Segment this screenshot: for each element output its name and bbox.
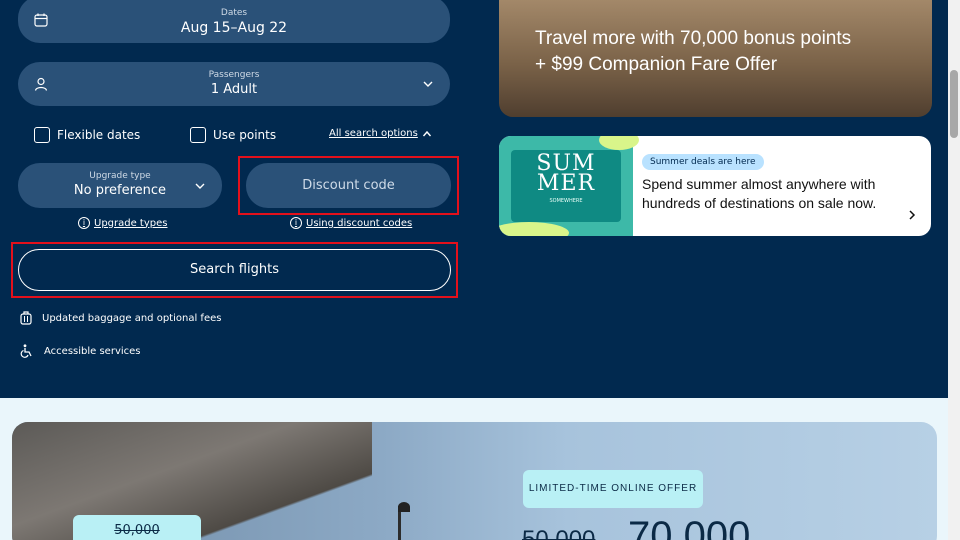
calendar-icon — [34, 13, 48, 27]
baggage-link[interactable]: Updated baggage and optional fees — [20, 311, 221, 325]
discount-codes-label: Using discount codes — [306, 217, 413, 229]
upgrade-value: No preference — [73, 183, 167, 198]
chevron-down-icon — [195, 183, 205, 189]
wheelchair-icon — [20, 344, 32, 358]
highlight-box — [11, 242, 458, 298]
info-icon: i — [78, 217, 90, 229]
upgrade-label: Upgrade type — [89, 171, 151, 181]
upgrade-types-label: Upgrade types — [94, 217, 168, 229]
upgrade-type-select[interactable]: Upgrade type No preference — [18, 163, 222, 208]
banner-text: Travel more with 70,000 bonus points + $… — [535, 26, 851, 78]
checkbox-box[interactable] — [190, 127, 206, 143]
dates-value: Aug 15–Aug 22 — [180, 20, 288, 36]
all-search-options-label: All search options — [329, 128, 418, 139]
highlight-box — [238, 156, 459, 215]
flexible-dates-checkbox[interactable]: Flexible dates — [34, 127, 140, 143]
dates-field[interactable]: Dates Aug 15–Aug 22 — [18, 0, 450, 43]
offer-section: 50,000 LIMITED-TIME ONLINE OFFER 50,000 … — [12, 422, 937, 540]
chevron-right-icon — [909, 210, 916, 220]
all-search-options-link[interactable]: All search options — [329, 128, 432, 139]
flexible-dates-label: Flexible dates — [57, 128, 141, 142]
checkbox-box[interactable] — [34, 127, 50, 143]
passengers-select[interactable]: Passengers 1 Adult — [18, 62, 450, 106]
accessible-label: Accessible services — [44, 345, 141, 357]
bonus-points-banner[interactable]: Travel more with 70,000 bonus points + $… — [499, 0, 932, 117]
scrollbar[interactable] — [948, 0, 960, 540]
passengers-label: Passengers — [208, 70, 260, 80]
old-points-badge: 50,000 — [73, 515, 201, 540]
baggage-label: Updated baggage and optional fees — [42, 312, 222, 324]
summer-badge: Summer deals are here — [642, 154, 764, 170]
old-points: 50,000 — [522, 526, 596, 540]
lamp-post — [398, 502, 414, 540]
scrollbar-thumb[interactable] — [950, 70, 958, 138]
chevron-down-icon — [423, 81, 433, 87]
discount-codes-link[interactable]: i Using discount codes — [290, 217, 412, 229]
summer-deals-card[interactable]: SUM MER SOMEWHERE Summer deals are here … — [499, 136, 931, 236]
accessible-services-link[interactable]: Accessible services — [20, 344, 141, 358]
summer-description: Spend summer almost anywhere with hundre… — [642, 176, 877, 211]
banner-line-1: Travel more with 70,000 bonus points — [535, 28, 852, 49]
info-icon: i — [290, 217, 302, 229]
luggage-icon — [20, 311, 32, 325]
upgrade-types-link[interactable]: i Upgrade types — [78, 217, 167, 229]
limited-offer-tag: LIMITED-TIME ONLINE OFFER — [523, 470, 703, 508]
decor-wave — [599, 136, 639, 150]
decor-wave — [499, 222, 569, 236]
use-points-label: Use points — [213, 128, 277, 142]
summer-image: SUM MER SOMEWHERE — [499, 136, 639, 236]
summer-sub: SOMEWHERE — [549, 198, 583, 204]
use-points-checkbox[interactable]: Use points — [190, 127, 276, 143]
dates-label: Dates — [220, 8, 248, 18]
passengers-value: 1 Adult — [210, 82, 258, 97]
chevron-up-icon — [422, 130, 431, 136]
banner-line-2: + $99 Companion Fare Offer — [535, 54, 778, 75]
new-points: 70,000 — [628, 514, 751, 540]
person-icon — [34, 77, 48, 91]
summer-word: SUM MER — [536, 151, 596, 196]
badge-old-points: 50,000 — [114, 523, 160, 538]
